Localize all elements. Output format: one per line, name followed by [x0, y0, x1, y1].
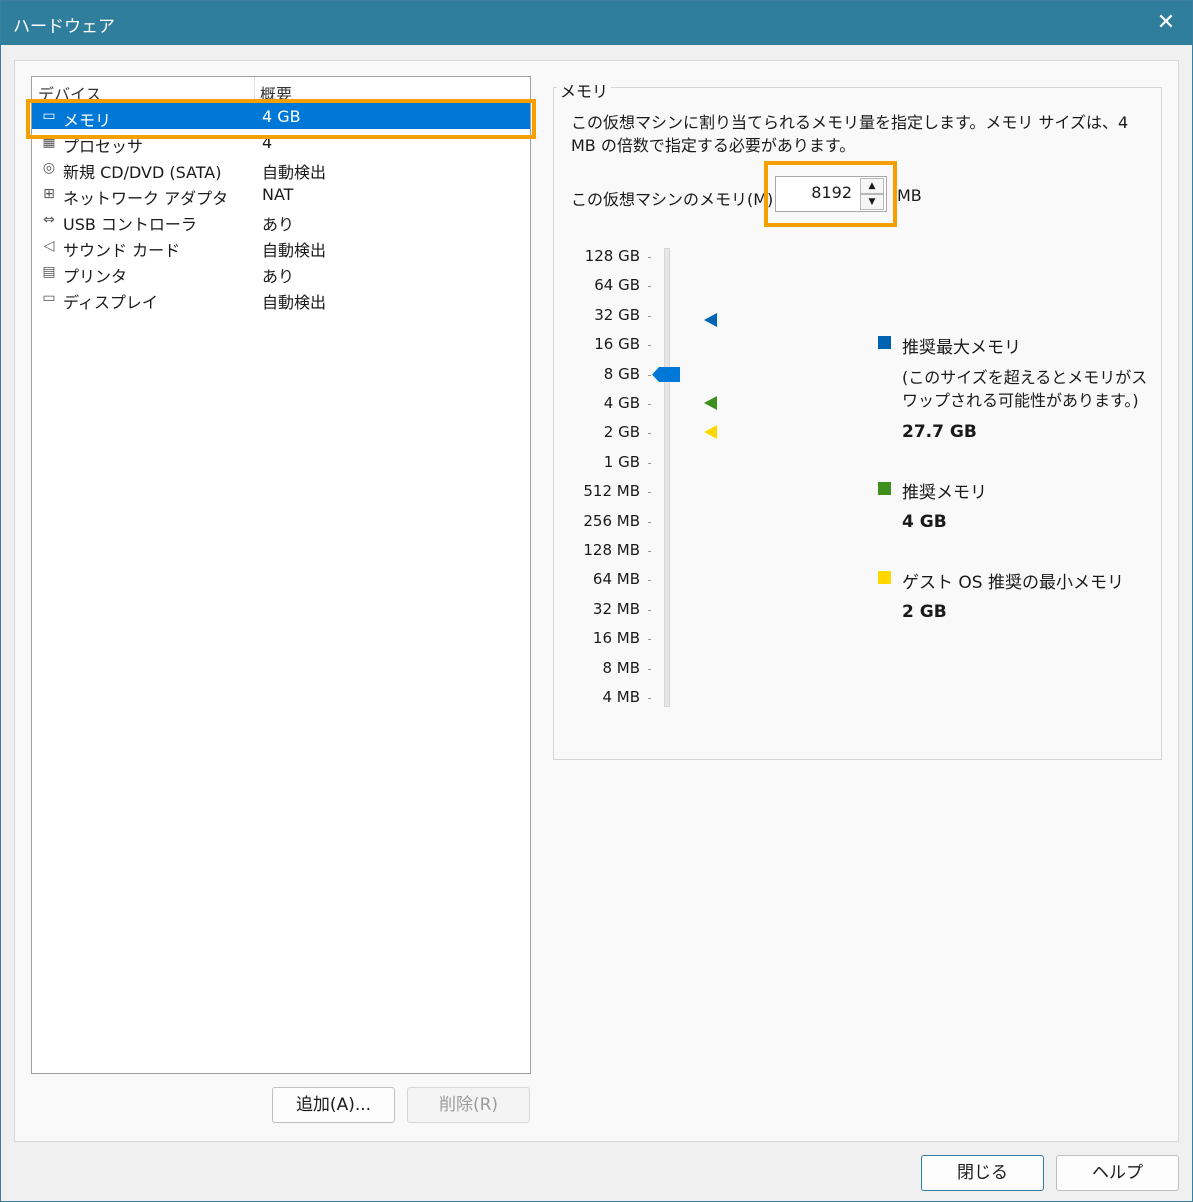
- sound-icon: ◁: [43, 238, 55, 254]
- device-summary: 自動検出: [262, 293, 327, 312]
- device-list[interactable]: デバイス 概要 ▭ メモリ 4 GB ▦ プロセッサ 4 ◎ 新規 CD/DVD (SATA)…: [31, 76, 531, 1074]
- scale-label: 16 GB: [594, 335, 640, 354]
- memory-group-label: メモリ: [557, 78, 612, 102]
- device-summary: 自動検出: [262, 163, 327, 182]
- memory-field-label: この仮想マシンのメモリ(M):: [571, 190, 779, 209]
- min-memory-marker: [704, 425, 717, 439]
- cd-dvd-icon: ◎: [42, 160, 56, 176]
- printer-icon: ▤: [42, 264, 56, 280]
- device-summary: NAT: [262, 185, 294, 204]
- device-row[interactable]: ◎ 新規 CD/DVD (SATA) 自動検出: [32, 155, 530, 182]
- help-button[interactable]: ヘルプ: [1056, 1155, 1179, 1191]
- scale-tick: [648, 433, 651, 435]
- max-memory-value: 27.7 GB: [902, 422, 977, 442]
- scale-label: 64 MB: [592, 570, 640, 589]
- device-name: ネットワーク アダプタ: [63, 189, 229, 208]
- scale-label: 4 GB: [603, 394, 640, 412]
- scale-tick: [648, 404, 651, 405]
- device-summary: あり: [262, 215, 295, 234]
- device-summary: あり: [262, 267, 295, 286]
- scale-label: 128 GB: [584, 247, 640, 265]
- scale-tick: [648, 315, 651, 317]
- min-memory-legend-swatch: [878, 571, 891, 584]
- selection-highlight-frame: [26, 99, 536, 139]
- scale-label: 32 MB: [592, 599, 640, 618]
- display-icon: ▭: [42, 290, 56, 306]
- title-bar: ハードウェア ✕: [1, 1, 1192, 45]
- scale-label: 4 MB: [602, 688, 640, 706]
- scale-tick: [648, 462, 651, 464]
- close-icon[interactable]: ✕: [1146, 5, 1186, 41]
- device-name: ディスプレイ: [63, 293, 158, 312]
- max-memory-legend-swatch: [878, 336, 891, 349]
- recommended-memory-title: 推奨メモリ: [902, 483, 987, 503]
- max-memory-title: 推奨最大メモリ: [902, 338, 1021, 358]
- scale-tick: [648, 668, 651, 670]
- scale-tick: [648, 698, 651, 699]
- device-row[interactable]: ▭ ディスプレイ 自動検出: [32, 285, 530, 312]
- scale-label: 32 GB: [594, 305, 640, 324]
- network-adapter-icon: ⊞: [43, 186, 55, 202]
- scale-label: 8 GB: [603, 364, 640, 383]
- scale-tick: [648, 551, 651, 552]
- scale-tick: [648, 257, 651, 258]
- scale-label: 128 MB: [583, 541, 640, 559]
- device-summary: 自動検出: [262, 241, 327, 260]
- scale-label: 64 GB: [594, 276, 640, 295]
- window-title: ハードウェア: [13, 17, 115, 37]
- device-row[interactable]: ⊞ ネットワーク アダプタ NAT: [32, 181, 530, 208]
- device-name: 新規 CD/DVD (SATA): [63, 163, 222, 182]
- min-memory-value: 2 GB: [902, 602, 947, 622]
- stepper-highlight-frame: [764, 161, 897, 227]
- scale-label: 16 MB: [592, 629, 640, 648]
- scale-tick: [648, 492, 651, 494]
- device-row[interactable]: ◁ サウンド カード 自動検出: [32, 233, 530, 260]
- device-name: サウンド カード: [63, 241, 181, 260]
- device-list-header: デバイス 概要: [32, 77, 530, 104]
- scale-tick: [648, 580, 651, 582]
- scale-tick: [648, 521, 651, 523]
- scale-tick: [648, 639, 651, 641]
- memory-slider-track[interactable]: [664, 248, 670, 707]
- recommended-memory-legend-swatch: [878, 482, 891, 495]
- device-row[interactable]: ⇔ USB コントローラ あり: [32, 207, 530, 234]
- remove-device-button[interactable]: 削除(R): [407, 1087, 530, 1123]
- scale-label: 1 GB: [603, 452, 640, 471]
- recommended-memory-value: 4 GB: [902, 512, 947, 532]
- usb-icon: ⇔: [43, 212, 55, 228]
- scale-label: 256 MB: [583, 511, 640, 530]
- memory-unit-label: MB: [897, 186, 922, 205]
- device-name: プリンタ: [63, 267, 128, 286]
- scale-tick: [648, 609, 651, 611]
- column-separator[interactable]: [254, 77, 255, 101]
- memory-description: この仮想マシンに割り当てられるメモリ量を指定します。メモリ サイズは、4 MB …: [571, 113, 1129, 155]
- scale-label: 2 GB: [603, 423, 640, 442]
- scale-tick: [648, 345, 651, 347]
- max-memory-marker: [704, 313, 717, 327]
- recommended-memory-marker: [704, 396, 717, 410]
- device-name: USB コントローラ: [63, 215, 197, 234]
- scale-label: 512 MB: [583, 482, 640, 501]
- close-button[interactable]: 閉じる: [921, 1155, 1044, 1191]
- scale-tick: [648, 286, 651, 288]
- add-device-button[interactable]: 追加(A)...: [272, 1087, 395, 1123]
- device-row[interactable]: ▤ プリンタ あり: [32, 259, 530, 286]
- scale-tick: [648, 374, 651, 376]
- scale-label: 8 MB: [602, 658, 640, 677]
- max-memory-note: (このサイズを超えるとメモリがスワップされる可能性があります。): [902, 368, 1148, 410]
- min-memory-title: ゲスト OS 推奨の最小メモリ: [902, 573, 1124, 593]
